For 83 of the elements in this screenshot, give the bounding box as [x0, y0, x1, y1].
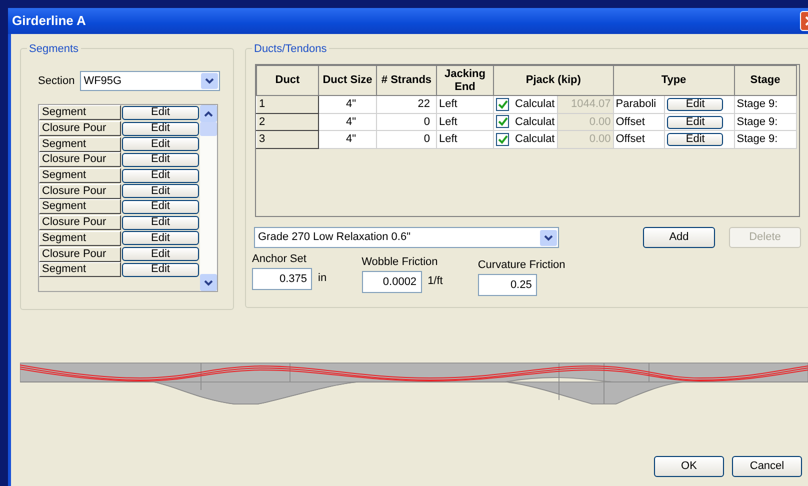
checkbox-label: Calculat: [515, 133, 555, 146]
table-cell: Offset: [613, 113, 665, 131]
table-cell: 0.00: [557, 130, 614, 148]
checkbox[interactable]: [496, 132, 509, 146]
table-cell: 2: [256, 113, 318, 131]
input-field[interactable]: 0.0002: [362, 270, 422, 292]
edit-button[interactable]: Edit: [667, 116, 724, 129]
edit-button[interactable]: Edit: [122, 184, 199, 198]
chevron-down-icon: [204, 280, 213, 286]
column-header: Pjack (kip): [494, 66, 614, 96]
table-cell: Stage 9:: [734, 130, 796, 148]
field-label: Curvature Friction: [478, 258, 566, 273]
chevron-down-icon: [204, 78, 214, 84]
table-cell: 0: [376, 113, 436, 131]
unit-label: in: [318, 271, 327, 286]
add-button[interactable]: Add: [643, 227, 715, 248]
table-cell: 3: [256, 130, 318, 148]
edit-button[interactable]: Edit: [122, 106, 199, 120]
table-cell: Stage 9:: [734, 113, 796, 131]
table-cell: Paraboli: [613, 96, 665, 114]
table-cell: 22: [376, 96, 436, 114]
edit-button[interactable]: Edit: [122, 168, 199, 183]
edit-button[interactable]: Edit: [122, 152, 199, 167]
segment-label: Closure Pour: [39, 246, 121, 262]
table-cell: Left: [436, 96, 494, 114]
field-label: Anchor Set: [252, 252, 308, 267]
table-cell: Left: [436, 130, 494, 148]
segment-label: Closure Pour: [39, 215, 121, 230]
table-cell: 4": [318, 130, 376, 148]
edit-button[interactable]: Edit: [667, 133, 724, 146]
input-field[interactable]: 0.25: [478, 274, 537, 296]
field-label: Wobble Friction: [362, 255, 439, 270]
segment-label: Closure Pour: [39, 121, 121, 136]
column-header: Jacking End: [436, 66, 494, 96]
column-header: Duct Size: [318, 66, 376, 96]
group-title: Segments: [27, 41, 81, 58]
segment-label: Segment: [39, 105, 121, 120]
table-cell: 1044.07: [557, 96, 614, 114]
table-cell: Stage 9:: [734, 96, 796, 114]
scrollbar[interactable]: [200, 105, 217, 291]
scroll-down-button[interactable]: [200, 274, 217, 291]
section-label: Section: [38, 74, 75, 89]
chevron-up-icon: [204, 110, 213, 116]
table-cell: 4": [318, 96, 376, 114]
edit-button[interactable]: Edit: [667, 98, 724, 112]
segment-label: Closure Pour: [39, 152, 121, 168]
edit-button[interactable]: Edit: [122, 247, 199, 262]
column-header: Stage: [734, 66, 796, 96]
segment-label: Segment: [39, 136, 121, 152]
edit-button[interactable]: Edit: [122, 216, 199, 230]
segment-label: Closure Pour: [39, 184, 121, 199]
table-cell: 1: [256, 96, 318, 114]
checkbox-label: Calculat: [515, 98, 555, 110]
scroll-thumb[interactable]: [200, 122, 217, 136]
dialog-button[interactable]: OK: [654, 456, 724, 477]
edit-button[interactable]: Edit: [122, 122, 199, 136]
table-cell: 0: [376, 130, 436, 148]
edit-button[interactable]: Edit: [122, 262, 199, 277]
segment-label: Segment: [39, 199, 121, 214]
edit-button[interactable]: Edit: [122, 137, 199, 152]
table-cell: Offset: [613, 130, 665, 148]
checkbox[interactable]: [496, 98, 509, 111]
unit-label: 1/ft: [428, 274, 443, 290]
segment-label: Segment: [39, 168, 121, 184]
edit-button[interactable]: Edit: [122, 200, 199, 214]
edit-button[interactable]: Edit: [122, 231, 199, 246]
column-header: # Strands: [376, 66, 436, 96]
table-cell: Left: [436, 113, 494, 131]
strand-dropdown[interactable]: Grade 270 Low Relaxation 0.6": [254, 227, 559, 248]
chevron-down-icon: [544, 234, 553, 240]
window-title: Girderline A: [12, 12, 86, 30]
checkbox-label: Calculat: [515, 116, 555, 128]
checkbox[interactable]: [496, 115, 509, 128]
table-cell: 4": [318, 113, 376, 131]
segment-label: Segment: [39, 262, 121, 278]
column-header: Type: [613, 66, 734, 96]
segment-label: Segment: [39, 230, 121, 246]
section-dropdown[interactable]: WF95G: [80, 71, 220, 91]
input-field[interactable]: 0.375: [252, 268, 312, 290]
scroll-up-button[interactable]: [200, 105, 217, 122]
dialog-button[interactable]: Cancel: [732, 456, 802, 477]
table-cell: 0.00: [557, 113, 614, 131]
column-header: Duct: [256, 66, 318, 96]
